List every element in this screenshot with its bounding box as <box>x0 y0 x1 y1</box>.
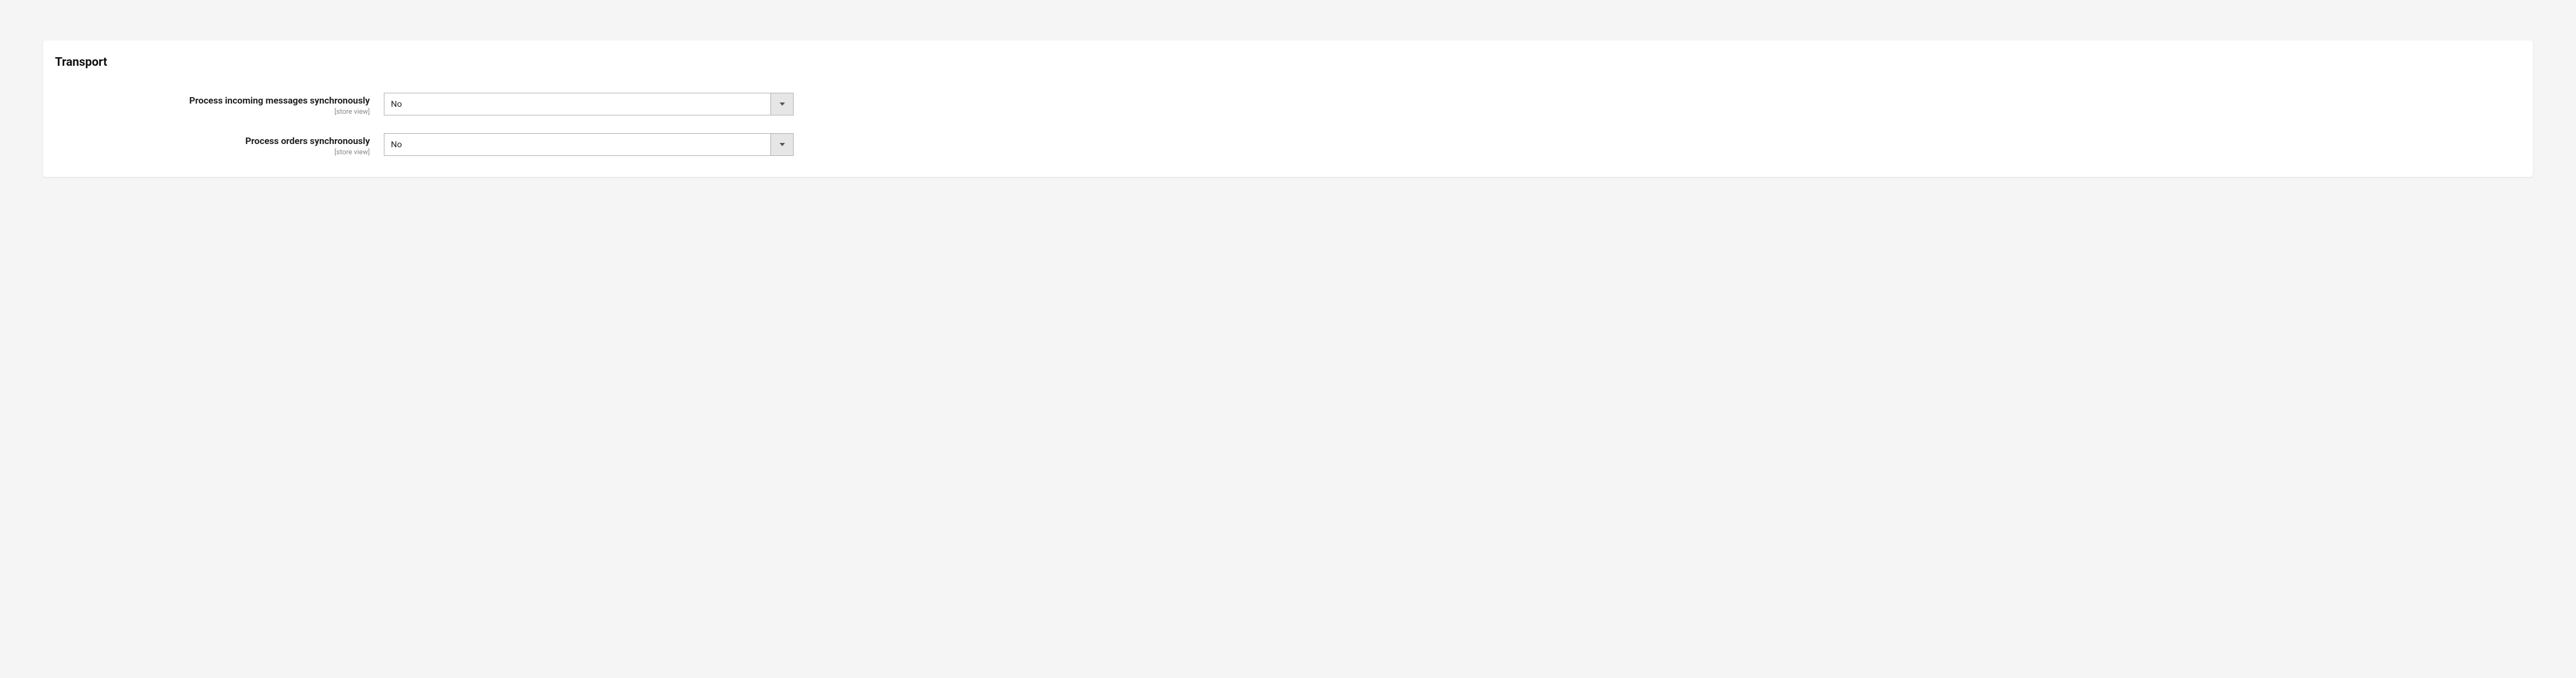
field-process-incoming-messages: Process incoming messages synchronously … <box>55 93 2521 117</box>
field-label: Process orders synchronously <box>55 135 370 147</box>
select-wrap: No <box>384 133 794 156</box>
field-control: No <box>384 93 794 115</box>
transport-section: Transport Process incoming messages sync… <box>43 40 2533 177</box>
field-label-wrap: Process incoming messages synchronously … <box>55 93 384 117</box>
process-incoming-messages-select[interactable]: No <box>384 93 794 115</box>
field-label: Process incoming messages synchronously <box>55 95 370 107</box>
field-scope: [store view] <box>55 108 370 117</box>
process-orders-select[interactable]: No <box>384 133 794 156</box>
field-control: No <box>384 133 794 156</box>
field-process-orders: Process orders synchronously [store view… <box>55 133 2521 157</box>
field-label-wrap: Process orders synchronously [store view… <box>55 133 384 157</box>
section-title: Transport <box>55 56 2521 69</box>
select-wrap: No <box>384 93 794 115</box>
field-scope: [store view] <box>55 148 370 157</box>
